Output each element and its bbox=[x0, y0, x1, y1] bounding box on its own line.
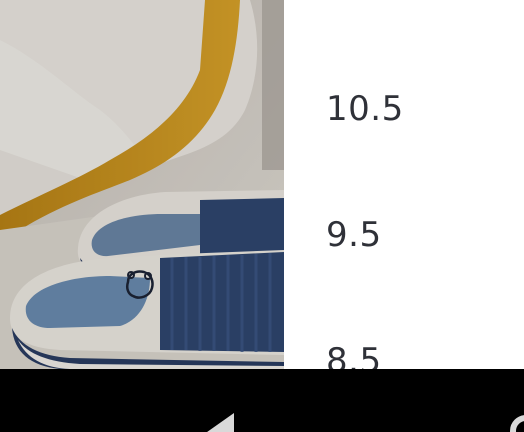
back-triangle-icon[interactable] bbox=[196, 411, 240, 432]
size-picker-list[interactable]: 10.5 9.5 8.5 bbox=[284, 0, 524, 369]
product-image bbox=[0, 0, 284, 369]
slipper-photo-graphic bbox=[0, 0, 284, 369]
home-circle-icon[interactable] bbox=[508, 413, 524, 432]
size-option-9-5[interactable]: 9.5 bbox=[326, 211, 382, 259]
app-screen: 10.5 9.5 8.5 bbox=[0, 0, 524, 432]
navigation-bar bbox=[0, 369, 524, 432]
size-option-8-5[interactable]: 8.5 bbox=[326, 337, 382, 369]
size-option-10-5[interactable]: 10.5 bbox=[326, 85, 404, 133]
